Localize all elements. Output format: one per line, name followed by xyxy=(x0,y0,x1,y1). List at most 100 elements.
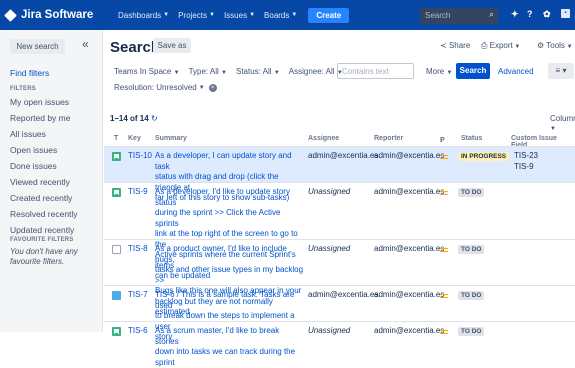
issue-key-link[interactable]: TIS-6 xyxy=(128,326,148,337)
priority-medium-icon xyxy=(440,155,448,159)
chevron-down-icon: ▼ xyxy=(291,12,298,18)
chevron-down-icon: ▼ xyxy=(221,70,227,76)
issue-key-link[interactable]: TIS-10 xyxy=(128,151,152,162)
col-summary[interactable]: Summary xyxy=(155,135,187,142)
chevron-down-icon: ▼ xyxy=(446,70,453,76)
resolution-filter-label: Resolution: Unresolved xyxy=(114,83,197,92)
nav-boards[interactable]: Boards ▼ xyxy=(264,11,297,20)
more-label: More xyxy=(426,67,445,76)
col-key[interactable]: Key xyxy=(128,135,141,142)
share-button[interactable]: ≺ Share xyxy=(440,41,470,50)
status-filter[interactable]: Status: All ▼ xyxy=(236,67,280,76)
sidebar-item-all-issues[interactable]: All issues xyxy=(10,129,46,139)
sidebar-item-created-recently[interactable]: Created recently xyxy=(10,193,72,203)
priority-medium-icon xyxy=(440,191,448,195)
collapse-sidebar-icon[interactable]: « xyxy=(82,37,89,51)
col-type[interactable]: T xyxy=(114,135,118,142)
table-row[interactable]: TIS-9 As a developer, I'd like to update … xyxy=(104,182,575,280)
more-filters-button[interactable]: More ▼ xyxy=(426,67,452,76)
status-filter-label: Status: All xyxy=(236,67,272,76)
save-as-button[interactable]: Save as xyxy=(153,38,191,53)
contains-placeholder: Contains text xyxy=(342,67,389,76)
col-assignee[interactable]: Assignee xyxy=(308,135,339,142)
jira-logo[interactable]: Jira Software xyxy=(4,8,118,22)
search-placeholder: Search xyxy=(425,11,451,20)
share-label: Share xyxy=(448,41,471,50)
nav-dashboards[interactable]: Dashboards ▼ xyxy=(118,11,169,20)
chevron-down-icon: ▼ xyxy=(163,12,170,18)
custom-field-value: TIS-23 xyxy=(514,151,539,160)
type-filter[interactable]: Type: All ▼ xyxy=(189,67,227,76)
resolution-filter[interactable]: Resolution: Unresolved ▼ × xyxy=(114,83,217,92)
global-search-input[interactable]: Search ⌕ xyxy=(420,8,498,24)
columns-button[interactable]: Columns ▼ xyxy=(550,114,575,132)
create-button[interactable]: Create xyxy=(308,7,350,23)
project-filter[interactable]: Teams In Space ▼ xyxy=(114,67,180,76)
chevron-down-icon: ▼ xyxy=(173,70,180,76)
export-label: Export xyxy=(489,41,513,50)
sidebar-item-my-open-issues[interactable]: My open issues xyxy=(10,97,69,107)
nav-issues-label: Issues xyxy=(223,10,248,20)
columns-label: Columns xyxy=(550,114,575,123)
sidebar-item-resolved-recently[interactable]: Resolved recently xyxy=(10,209,78,219)
contains-text-input[interactable]: Contains text xyxy=(337,63,414,79)
bug-type-icon xyxy=(112,245,121,254)
issue-key-link[interactable]: TIS-8 xyxy=(128,244,148,255)
gear-icon: ⚙ xyxy=(537,41,547,50)
advanced-search-link[interactable]: Advanced xyxy=(498,67,534,76)
sidebar-item-reported-by-me[interactable]: Reported by me xyxy=(10,113,70,123)
sort-down-icon: ↓ xyxy=(440,137,444,144)
table-row[interactable]: TIS-6 As a scrum master, I'd like to brea… xyxy=(104,321,575,367)
export-button[interactable]: ⎙ Export ▼ xyxy=(481,41,520,51)
logo-text: Jira Software xyxy=(21,9,94,21)
filters-sidebar: New search « Find filters FILTERS My ope… xyxy=(0,30,103,332)
issue-key-link[interactable]: TIS-7 xyxy=(128,290,148,301)
nav-projects[interactable]: Projects ▼ xyxy=(178,11,215,20)
chevron-down-icon: ▼ xyxy=(273,70,280,76)
summary-line: during the sprint >> Click the Active sp… xyxy=(155,208,281,228)
sidebar-item-done-issues[interactable]: Done issues xyxy=(10,161,57,171)
col-reporter[interactable]: Reporter xyxy=(374,135,403,142)
reporter-cell: admin@excentia.es xyxy=(374,290,445,299)
table-row[interactable]: TIS-10 As a developer, I can update story… xyxy=(104,146,575,202)
priority-medium-icon xyxy=(440,294,448,298)
status-badge: TO DO xyxy=(458,291,485,300)
find-filters-link[interactable]: Find filters xyxy=(10,68,49,78)
tools-button[interactable]: ⚙ Tools ▼ xyxy=(537,41,573,50)
notifications-icon[interactable]: ✦ xyxy=(511,9,519,20)
export-icon: ⎙ xyxy=(481,41,490,50)
view-switcher-button[interactable]: ≡ ▾ xyxy=(548,63,574,79)
assignee-filter[interactable]: Assignee: All ▼ xyxy=(289,67,343,76)
issue-summary-link[interactable]: As a scrum master, I'd like to break sto… xyxy=(155,326,305,368)
issue-key-link[interactable]: TIS-9 xyxy=(128,187,148,198)
sidebar-item-open-issues[interactable]: Open issues xyxy=(10,145,57,155)
summary-line: down into tasks we can track during the … xyxy=(155,347,296,367)
no-favourites-text: You don't have any favourite filters. xyxy=(10,247,78,266)
settings-icon[interactable]: ✿ xyxy=(543,9,551,20)
chevron-down-icon: ▼ xyxy=(512,44,521,50)
custom-field-cell: TIS-23 TIS-9 xyxy=(514,151,538,172)
sidebar-item-viewed-recently[interactable]: Viewed recently xyxy=(10,177,70,187)
col-status[interactable]: Status xyxy=(461,135,482,142)
reporter-cell: admin@excentia.es xyxy=(374,187,445,196)
table-header: T Key Summary Assignee Reporter P ↓ Stat… xyxy=(104,133,575,149)
new-search-button[interactable]: New search xyxy=(10,39,65,54)
assignee-cell: Unassigned xyxy=(308,326,351,335)
search-button[interactable]: Search xyxy=(456,63,490,79)
jira-diamond-icon xyxy=(4,8,17,22)
chevron-down-icon: ▼ xyxy=(198,84,205,91)
help-icon[interactable]: ? xyxy=(527,9,533,19)
chevron-down-icon: ▼ xyxy=(249,12,256,18)
table-row[interactable]: TIS-7 TIS-6 / This is a sample task. Task… xyxy=(104,285,575,341)
nav-issues[interactable]: Issues ▼ xyxy=(224,11,255,20)
avatar[interactable]: ▪ xyxy=(561,9,570,18)
results-count-text: 1–14 of 14 xyxy=(110,114,149,123)
chevron-down-icon: ▼ xyxy=(550,126,556,132)
clear-filter-icon[interactable]: × xyxy=(208,83,217,92)
assignee-cell: Unassigned xyxy=(308,244,351,253)
table-row[interactable]: TIS-8 As a product owner, I'd like to inc… xyxy=(104,239,575,316)
sidebar-item-updated-recently[interactable]: Updated recently xyxy=(10,225,74,235)
summary-line: As a developer, I'd like to update story… xyxy=(155,187,290,207)
refresh-icon[interactable]: ↻ xyxy=(151,114,158,123)
summary-line: As a developer, I can update story and t… xyxy=(155,151,292,171)
